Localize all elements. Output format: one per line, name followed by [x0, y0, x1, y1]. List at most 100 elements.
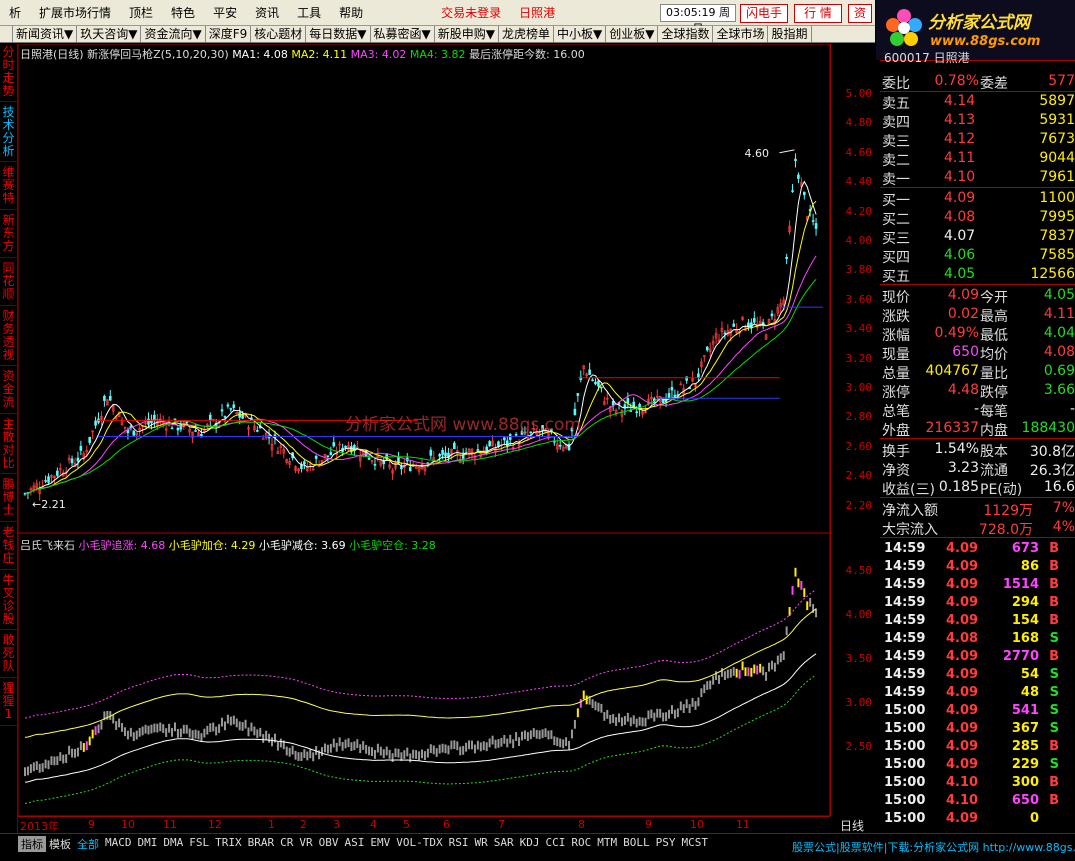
indicator-tab[interactable]: DMI [135, 836, 161, 852]
menu-item-extended-market[interactable]: 扩展市场行情 [30, 4, 120, 21]
sub-band-line [24, 653, 817, 783]
toolbar-daily-data[interactable]: 每日数据▼ [306, 26, 371, 42]
toolbar-core-theme[interactable]: 核心题材 [251, 26, 307, 42]
tick-time: 14:59 [884, 649, 926, 664]
indicator-tab[interactable]: SAR [491, 836, 517, 852]
side-tab-stock-diagnosis[interactable]: 牛叉诊股 [0, 574, 17, 630]
sub-line-empty: 小毛驴空仓: 3.28 [349, 539, 436, 552]
sub-candle [520, 731, 523, 741]
menu-item[interactable]: 析 [0, 4, 30, 21]
menu-item-pingan[interactable]: 平安 [204, 4, 246, 21]
candle-body [220, 409, 224, 412]
indicator-tab[interactable]: ROC [568, 836, 594, 852]
sub-candle [720, 668, 723, 677]
indicator-tab[interactable]: WR [471, 836, 490, 852]
menu-item-topbar[interactable]: 顶栏 [120, 4, 162, 21]
candle-body [453, 442, 456, 450]
side-tab-pengboshi[interactable]: 鹏博士 [0, 478, 17, 522]
indicator-tab[interactable]: FSL [186, 836, 212, 852]
indicator-tab[interactable]: BRAR [245, 836, 278, 852]
stock-terminal-window: 析 扩展市场行情 顶栏 特色 平安 资讯 工具 帮助 交易未登录 日照港 03:… [0, 0, 1075, 861]
toolbar-dragon-tiger[interactable]: 龙虎榜单 [499, 26, 554, 42]
indicator-tab[interactable]: RSI [446, 836, 472, 852]
toolbar-news[interactable]: 新闻资讯▼ [13, 26, 78, 42]
sub-candle [144, 724, 147, 734]
side-tab-technical[interactable]: 技术分析 [0, 106, 17, 162]
ask-row: 卖一 4.10 7961 [882, 168, 1075, 188]
indicator-tab[interactable]: CR [277, 836, 296, 852]
side-tab-financial[interactable]: 财务透视 [0, 310, 17, 366]
toolbar-global-index[interactable]: 全球指数 [658, 26, 714, 42]
toolbar-futures[interactable]: 股指期 [768, 26, 812, 42]
toolbar-private-letter[interactable]: 私募密函▼ [371, 26, 435, 42]
candle-body [185, 421, 189, 424]
side-tab-weisaite[interactable]: 维赛特 [0, 166, 17, 210]
sub-candle [794, 567, 797, 577]
candle-body [611, 401, 615, 406]
side-tab-laoqianzhuang[interactable]: 老钱庄 [0, 526, 17, 570]
trade-status[interactable]: 交易未登录 [432, 4, 510, 21]
quote-button[interactable]: 行 情 [794, 4, 842, 23]
toolbar-jiutian[interactable]: 玖天咨询▼ [77, 26, 142, 42]
candle-body [802, 191, 806, 196]
panel-separator [880, 497, 1075, 498]
side-tab-gorilla[interactable]: 猩猩1 [0, 682, 17, 726]
menu-item-features[interactable]: 特色 [162, 4, 204, 21]
sub-candle [88, 736, 91, 746]
sub-candle [582, 690, 585, 700]
stat-row: 现量 650 均价 4.08 [882, 343, 1075, 363]
side-tab-tonghuashun[interactable]: 同花顺 [0, 262, 17, 306]
indicator-tab[interactable]: 指标 [18, 836, 46, 852]
side-tab-intraday[interactable]: 分时走势 [0, 46, 17, 102]
ma2-value: MA2: 4.11 [291, 48, 348, 61]
toolbar-sme-board[interactable]: 中小板▼ [554, 26, 607, 42]
indicator-tab[interactable]: 模板 [46, 836, 74, 852]
indicator-tab[interactable]: VOL-TDX [393, 836, 445, 852]
candle-body [597, 380, 600, 387]
sub-candle [476, 740, 479, 750]
date-axis-tick: 12 [208, 818, 222, 831]
menu-item-tools[interactable]: 工具 [288, 4, 330, 21]
indicator-tab[interactable]: MCST [678, 836, 711, 852]
period-label[interactable]: 日线 [840, 817, 864, 834]
sub-candle [797, 578, 800, 588]
toolbar-global-market[interactable]: 全球市场 [713, 26, 769, 42]
side-tab-new-orient[interactable]: 新东方 [0, 214, 17, 258]
clock-display: 03:05:19 周日 [660, 4, 736, 35]
side-tab-capital-flow[interactable]: 资金流 [0, 370, 17, 414]
indicator-tab[interactable]: VR [296, 836, 315, 852]
indicator-tab[interactable]: 全部 [74, 836, 102, 852]
indicator-tab[interactable]: TRIX [212, 836, 245, 852]
indicator-tab[interactable]: OBV [316, 836, 342, 852]
toolbar-depth-f9[interactable]: 深度F9 [206, 26, 252, 42]
indicator-tab[interactable]: PSY [653, 836, 679, 852]
indicator-tab[interactable]: MTM [594, 836, 620, 852]
tick-time: 15:00 [884, 739, 926, 754]
indicator-tab[interactable]: BOLL [620, 836, 653, 852]
tick-side: B [1049, 541, 1059, 556]
toolbar-ipo[interactable]: 新股申购▼ [435, 26, 499, 42]
indicator-tab[interactable]: KDJ [517, 836, 543, 852]
sub-candle [606, 709, 609, 719]
sub-candle [44, 759, 47, 769]
menu-item-help[interactable]: 帮助 [330, 4, 372, 21]
side-tab-main-retail[interactable]: 主散对比 [0, 418, 17, 474]
main-indicator-header: 日照港(日线) 新涨停回马枪Z(5,10,20,30) MA1: 4.08 MA… [20, 46, 585, 62]
menu-item-news[interactable]: 资讯 [246, 4, 288, 21]
info-button[interactable]: 资 [848, 4, 872, 23]
toolbar-money-flow[interactable]: 资金流向▼ [141, 26, 206, 42]
indicator-tab[interactable]: EMV [367, 836, 393, 852]
toolbar-gem-board[interactable]: 创业板▼ [606, 26, 659, 42]
tick-price: 4.10 [946, 775, 979, 790]
sub-line-add: 小毛驴加仓: 4.29 [168, 539, 256, 552]
indicator-tab[interactable]: MACD [102, 836, 135, 852]
tick-volume: 2770 [1002, 649, 1039, 664]
sub-candle [268, 733, 271, 743]
flash-trade-button[interactable]: 闪电手 [740, 4, 788, 23]
indicator-tab[interactable]: DMA [160, 836, 186, 852]
sub-candle [559, 738, 562, 748]
indicator-tab[interactable]: ASI [342, 836, 368, 852]
side-tab-dare-to-die[interactable]: 敢死队 [0, 634, 17, 678]
sub-candle [729, 668, 732, 678]
indicator-tab[interactable]: CCI [542, 836, 568, 852]
